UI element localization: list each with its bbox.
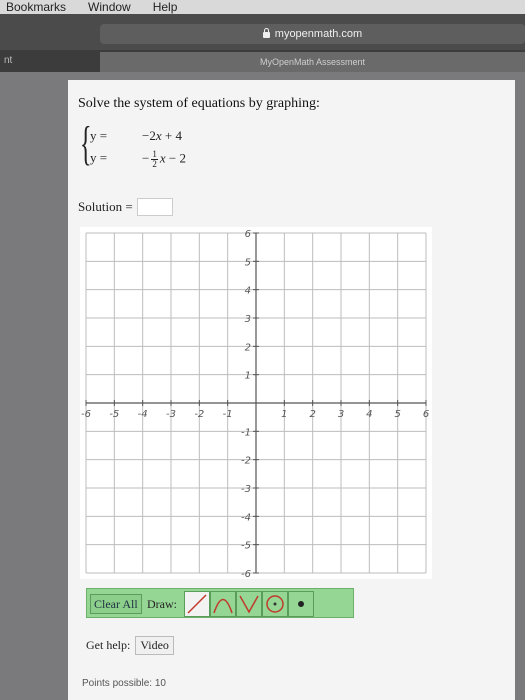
address-text: myopenmath.com [274, 28, 363, 40]
line-icon [187, 594, 207, 614]
x-tick-label: 1 [281, 409, 287, 420]
menu-window[interactable]: Window [88, 0, 131, 14]
circle-icon [266, 595, 284, 613]
x-tick-label: -3 [166, 409, 176, 420]
solution-input[interactable] [136, 198, 173, 216]
clear-all-button[interactable]: Clear All [90, 594, 142, 614]
x-tick-label: -2 [194, 409, 204, 420]
equation-2: y = −1 2 x − 2 [90, 149, 186, 169]
y-tick-label: -6 [241, 569, 251, 579]
abs-value-tool-button[interactable] [236, 591, 262, 617]
y-tick-label: 1 [245, 371, 251, 382]
menu-help[interactable]: Help [153, 0, 178, 14]
x-tick-label: -4 [138, 409, 148, 420]
x-tick-label: 5 [394, 409, 400, 420]
y-tick-label: -2 [241, 456, 251, 467]
x-tick-label: -5 [109, 409, 119, 420]
y-tick-label: 3 [245, 314, 251, 325]
browser-toolbar: myopenmath.com [0, 14, 525, 50]
question-card: Solve the system of equations by graphin… [68, 80, 515, 700]
y-tick-label: 2 [245, 342, 251, 353]
graph-canvas[interactable]: -6 -5 -4 -3 -2 -1 1 2 3 4 5 6 6 5 4 3 2 1 -1 -2 -3 -4 -5 -6 [80, 227, 432, 579]
points-possible: Points possible: 10 [82, 678, 166, 689]
equation-1: y = −2x + 4 [90, 128, 182, 143]
y-tick-label: -5 [241, 541, 251, 552]
parabola-icon [213, 598, 233, 614]
tab-partial[interactable]: nt [0, 50, 104, 72]
fraction: 12 [151, 149, 158, 169]
absolute-value-icon [239, 595, 259, 614]
dot-tool-button[interactable] [288, 591, 314, 617]
line-tool-button[interactable] [184, 591, 210, 617]
parabola-tool-button[interactable] [210, 591, 236, 617]
x-tick-label: 3 [338, 409, 344, 420]
y-tick-label: 6 [245, 229, 251, 240]
x-tick-label: 4 [366, 409, 372, 420]
video-button[interactable]: Video [135, 636, 174, 655]
tab-bar: nt MyOpenMath Assessment [0, 50, 525, 72]
menu-bar: Bookmarks Window Help [0, 0, 525, 14]
draw-toolbar: Clear All Draw: [86, 588, 354, 618]
x-tick-label: 6 [423, 409, 429, 420]
help-label: Get help: [86, 638, 131, 652]
x-tick-label: 2 [309, 409, 315, 420]
menu-bookmarks[interactable]: Bookmarks [6, 0, 66, 14]
dot-icon [298, 601, 304, 607]
page-background: Solve the system of equations by graphin… [0, 72, 525, 700]
help-row: Get help: Video [86, 636, 174, 655]
solution-label: Solution = [78, 199, 133, 214]
y-tick-label: -1 [241, 427, 251, 438]
draw-label: Draw: [147, 597, 177, 611]
y-tick-label: 4 [245, 286, 251, 297]
circle-tool-button[interactable] [262, 591, 288, 617]
x-tick-label: -1 [223, 409, 233, 420]
lock-icon [262, 28, 270, 38]
solution-row: Solution = [78, 198, 173, 216]
y-tick-label: -4 [241, 512, 251, 523]
question-prompt: Solve the system of equations by graphin… [78, 96, 320, 111]
x-tick-label: -6 [81, 409, 91, 420]
address-bar[interactable]: myopenmath.com [100, 24, 525, 44]
y-tick-label: -3 [241, 484, 251, 495]
y-tick-label: 5 [245, 257, 251, 268]
tab-active[interactable]: MyOpenMath Assessment [100, 52, 525, 72]
